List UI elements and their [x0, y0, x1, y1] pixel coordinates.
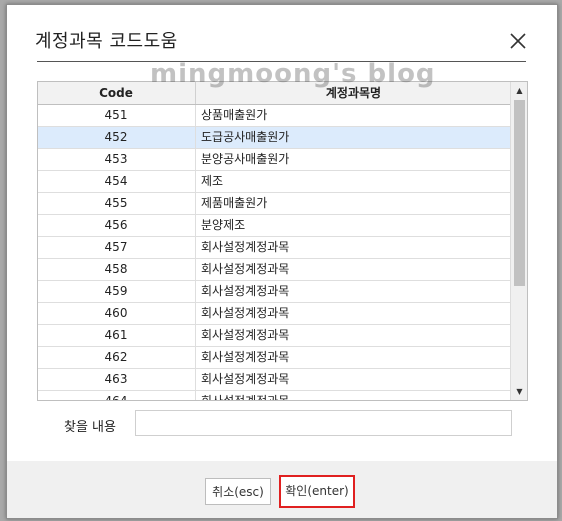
- grid-rows: 451 상품매출원가 452 도급공사매출원가 453 분양공사매출원가 454 제조 455 제…: [38, 105, 511, 401]
- table-row[interactable]: 458 회사설정계정과목: [38, 259, 510, 281]
- close-icon[interactable]: [507, 30, 529, 52]
- cell-account-name: 회사설정계정과목: [195, 259, 511, 280]
- cell-account-name: 제품매출원가: [195, 193, 511, 214]
- cell-account-name: 제조: [195, 171, 511, 192]
- cell-account-name: 분양공사매출원가: [195, 149, 511, 170]
- cell-account-name: 도급공사매출원가: [195, 127, 511, 148]
- cell-account-name: 상품매출원가: [195, 105, 511, 126]
- cell-account-name: 회사설정계정과목: [195, 281, 511, 302]
- cell-account-name: 회사설정계정과목: [195, 325, 511, 346]
- scroll-thumb[interactable]: [514, 100, 525, 286]
- cell-account-name: 회사설정계정과목: [195, 391, 511, 400]
- scroll-down-arrow-icon[interactable]: ▼: [511, 383, 527, 400]
- cancel-button[interactable]: 취소(esc): [205, 478, 271, 505]
- table-row[interactable]: 462 회사설정계정과목: [38, 347, 510, 369]
- table-row[interactable]: 461 회사설정계정과목: [38, 325, 510, 347]
- cell-code: 460: [104, 306, 128, 320]
- table-row[interactable]: 452 도급공사매출원가: [38, 127, 510, 149]
- cell-account-name: 회사설정계정과목: [195, 237, 511, 258]
- account-code-help-dialog: 계정과목 코드도움 Code 계정과목명 451 상품매출원가 452 도급공사매출원…: [6, 4, 558, 519]
- ok-button[interactable]: 확인(enter): [279, 475, 355, 508]
- cell-code: 462: [104, 350, 128, 364]
- account-code-grid: Code 계정과목명 451 상품매출원가 452 도급공사매출원가 453 분양공사매출…: [37, 81, 528, 401]
- table-row[interactable]: 463 회사설정계정과목: [38, 369, 510, 391]
- scroll-up-arrow-icon[interactable]: ▲: [511, 82, 527, 99]
- table-row[interactable]: 459 회사설정계정과목: [38, 281, 510, 303]
- table-row[interactable]: 464 회사설정계정과목: [38, 391, 511, 401]
- table-row[interactable]: 454 제조: [38, 171, 510, 193]
- dialog-title: 계정과목 코드도움: [35, 31, 178, 52]
- cell-code: 463: [104, 372, 128, 386]
- table-row[interactable]: 455 제품매출원가: [38, 193, 510, 215]
- dialog-footer: 취소(esc) 확인(enter): [7, 461, 557, 518]
- cell-code: 453: [104, 152, 128, 166]
- cell-code: 457: [104, 240, 128, 254]
- watermark-text: mingmoong's blog: [150, 59, 436, 89]
- table-row[interactable]: 453 분양공사매출원가: [38, 149, 510, 171]
- search-label: 찾을 내용: [64, 420, 116, 435]
- cell-account-name: 회사설정계정과목: [195, 347, 511, 368]
- cell-code: 459: [104, 284, 128, 298]
- cell-code: 451: [104, 108, 128, 122]
- table-row[interactable]: 460 회사설정계정과목: [38, 303, 510, 325]
- table-row[interactable]: 456 분양제조: [38, 215, 510, 237]
- cell-code: 461: [104, 328, 128, 342]
- search-input[interactable]: [135, 410, 512, 436]
- cell-account-name: 회사설정계정과목: [195, 303, 511, 324]
- table-row[interactable]: 457 회사설정계정과목: [38, 237, 510, 259]
- vertical-scrollbar[interactable]: ▲ ▼: [510, 82, 527, 400]
- cell-code: 455: [104, 196, 128, 210]
- cell-code: 464: [104, 394, 128, 401]
- cell-account-name: 분양제조: [195, 215, 511, 236]
- cell-account-name: 회사설정계정과목: [195, 369, 511, 390]
- table-row[interactable]: 451 상품매출원가: [38, 105, 510, 127]
- cell-code: 454: [104, 174, 128, 188]
- cell-code: 458: [104, 262, 128, 276]
- cell-code: 452: [104, 130, 128, 144]
- cell-code: 456: [104, 218, 128, 232]
